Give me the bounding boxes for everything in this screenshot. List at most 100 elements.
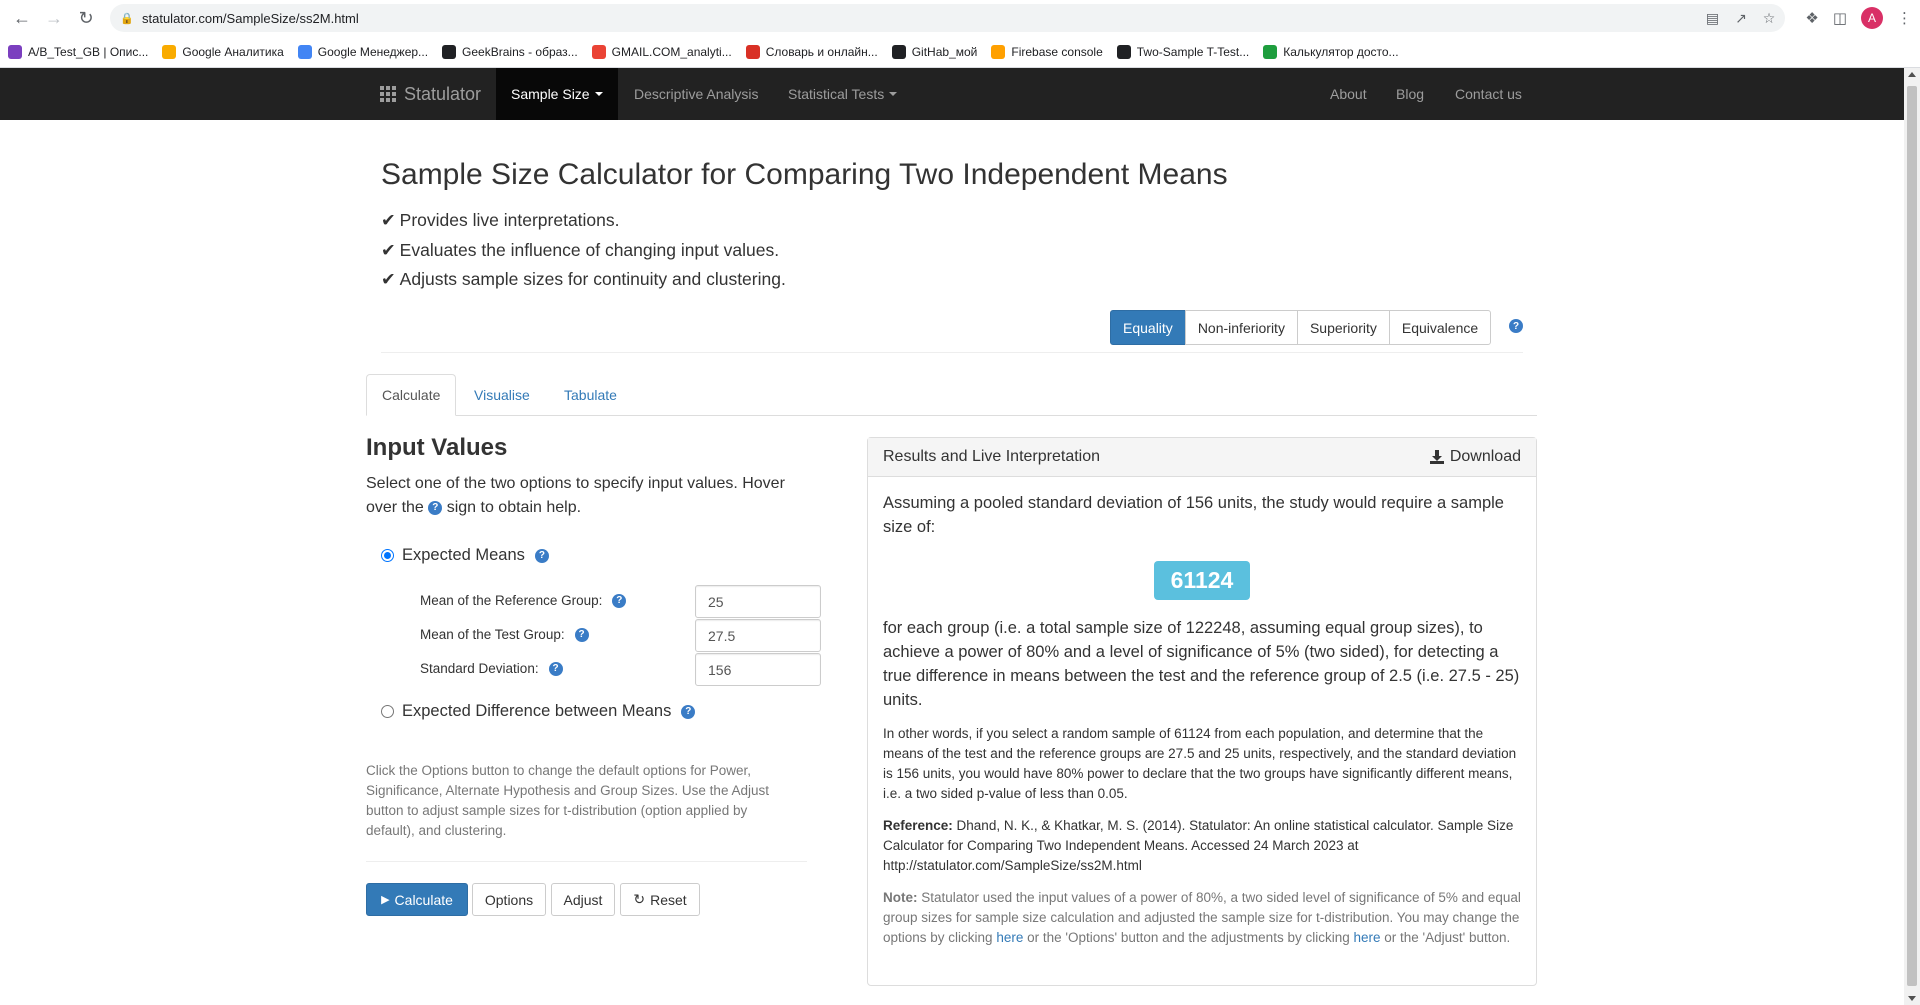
input-values-description: Select one of the two options to specify… xyxy=(366,472,816,520)
bookmark-favicon-icon xyxy=(1116,44,1131,59)
divider xyxy=(366,861,807,862)
bookmark-item[interactable]: GitHab_мой xyxy=(891,44,977,59)
feature-item: ✔ Adjusts sample sizes for continuity and… xyxy=(381,265,786,295)
bookmark-item[interactable]: Словарь и онлайн... xyxy=(745,44,878,59)
superiority-button[interactable]: Superiority xyxy=(1296,310,1390,345)
reference-mean-input[interactable]: 25 xyxy=(695,585,821,618)
equality-button[interactable]: Equality xyxy=(1110,310,1186,345)
bookmark-label: GeekBrains - образ... xyxy=(462,44,578,59)
nav-statistical-tests-label: Statistical Tests xyxy=(788,86,885,102)
scrollbar-thumb[interactable] xyxy=(1907,86,1917,986)
play-icon: ▶ xyxy=(381,894,390,906)
help-icon[interactable]: ? xyxy=(574,627,589,642)
lock-icon[interactable]: 🔒 xyxy=(120,11,134,25)
results-reference: Reference: Dhand, N. K., & Khatkar, M. S… xyxy=(883,816,1521,876)
feature-text: Provides live interpretations. xyxy=(399,210,620,230)
tab-calculate[interactable]: Calculate xyxy=(366,374,457,416)
expected-difference-radio[interactable] xyxy=(381,705,394,718)
address-bar[interactable]: 🔒 statulator.com/SampleSize/ss2M.html ▤ … xyxy=(110,4,1786,32)
bookmark-favicon-icon xyxy=(442,44,457,59)
bookmark-label: GMAIL.COM_analyti... xyxy=(611,44,732,59)
bookmark-label: Google Аналитика xyxy=(182,44,284,59)
grid-icon xyxy=(380,86,396,102)
nav-sample-size[interactable]: Sample Size xyxy=(496,68,618,120)
bookmark-favicon-icon xyxy=(891,44,906,59)
expected-means-radio[interactable] xyxy=(381,549,394,562)
nav-about[interactable]: About xyxy=(1315,68,1382,120)
results-panel: Results and Live Interpretation Download… xyxy=(867,437,1537,986)
options-here-link[interactable]: here xyxy=(996,930,1023,945)
help-icon[interactable]: ? xyxy=(548,661,563,676)
bookmark-label: Two-Sample T-Test... xyxy=(1136,44,1250,59)
bookmark-item[interactable]: Google Аналитика xyxy=(162,44,284,59)
expected-difference-option[interactable]: Expected Difference between Means ? xyxy=(381,702,696,721)
bookmark-item[interactable]: GMAIL.COM_analyti... xyxy=(591,44,732,59)
refresh-icon: ↻ xyxy=(633,891,646,907)
options-button[interactable]: Options xyxy=(472,883,546,916)
help-icon[interactable]: ? xyxy=(1509,319,1523,333)
bookmark-item[interactable]: Two-Sample T-Test... xyxy=(1116,44,1250,59)
page-scrollbar[interactable] xyxy=(1904,68,1920,1005)
help-icon[interactable]: ? xyxy=(428,500,443,515)
profile-avatar[interactable]: A xyxy=(1861,7,1883,29)
equivalence-button[interactable]: Equivalence xyxy=(1388,310,1492,345)
nav-sample-size-label: Sample Size xyxy=(511,86,590,102)
bookmark-item[interactable]: A/B_Test_GB | Опис... xyxy=(8,44,148,59)
results-note: Note: Statulator used the input values o… xyxy=(883,888,1521,948)
nav-statistical-tests[interactable]: Statistical Tests xyxy=(773,68,912,120)
bookmark-favicon-icon xyxy=(162,44,177,59)
nav-descriptive-analysis-label: Descriptive Analysis xyxy=(634,86,759,102)
calculate-button[interactable]: ▶ Calculate xyxy=(366,883,468,916)
test-mean-label-row: Mean of the Test Group: ? xyxy=(420,627,589,642)
standard-deviation-input[interactable]: 156 xyxy=(695,653,821,686)
standard-deviation-label: Standard Deviation: xyxy=(420,661,539,676)
nav-contact-us[interactable]: Contact us xyxy=(1440,68,1537,120)
help-icon[interactable]: ? xyxy=(534,548,549,563)
bookmark-label: Калькулятор досто... xyxy=(1283,44,1399,59)
bookmark-favicon-icon xyxy=(591,44,606,59)
expected-means-option[interactable]: Expected Means ? xyxy=(381,546,549,565)
bookmark-star-icon[interactable]: ☆ xyxy=(1763,10,1776,27)
help-icon[interactable]: ? xyxy=(612,593,627,608)
scroll-up-arrow-icon[interactable] xyxy=(1908,72,1916,77)
translate-icon[interactable]: ▤ xyxy=(1706,10,1719,27)
bookmark-label: Google Менеджер... xyxy=(317,44,429,59)
test-mean-label: Mean of the Test Group: xyxy=(420,627,565,642)
url-text[interactable]: statulator.com/SampleSize/ss2M.html xyxy=(142,11,1706,26)
note-label: Note: xyxy=(883,890,918,905)
bookmark-item[interactable]: Firebase console xyxy=(991,44,1103,59)
download-button[interactable]: Download xyxy=(1429,448,1521,466)
brand-link[interactable]: Statulator xyxy=(380,68,481,120)
reset-button[interactable]: ↻ Reset xyxy=(620,883,700,916)
download-label: Download xyxy=(1449,448,1521,465)
back-arrow-icon[interactable]: ← xyxy=(8,4,36,32)
forward-arrow-icon[interactable]: → xyxy=(40,4,68,32)
nav-blog[interactable]: Blog xyxy=(1381,68,1439,120)
share-icon[interactable]: ↗ xyxy=(1735,10,1747,27)
extensions-puzzle-icon[interactable]: ❖ xyxy=(1805,9,1818,27)
checkmark-icon: ✔ xyxy=(381,239,396,260)
bookmark-favicon-icon xyxy=(1263,44,1278,59)
tab-tabulate[interactable]: Tabulate xyxy=(549,374,632,416)
bookmark-item[interactable]: GeekBrains - образ... xyxy=(442,44,578,59)
expected-means-label: Expected Means xyxy=(402,546,525,564)
tab-bar: Calculate Visualise Tabulate xyxy=(366,374,1537,416)
adjust-button[interactable]: Adjust xyxy=(551,883,615,916)
tab-visualise[interactable]: Visualise xyxy=(459,374,545,416)
reference-mean-label-row: Mean of the Reference Group: ? xyxy=(420,593,627,608)
bookmark-item[interactable]: Калькулятор досто... xyxy=(1263,44,1399,59)
page-title: Sample Size Calculator for Comparing Two… xyxy=(381,158,1228,191)
adjust-here-link[interactable]: here xyxy=(1353,930,1380,945)
checkmark-icon: ✔ xyxy=(381,269,396,289)
bookmark-item[interactable]: Google Менеджер... xyxy=(297,44,429,59)
non-inferiority-button[interactable]: Non-inferiority xyxy=(1184,310,1298,345)
reload-icon[interactable]: ↻ xyxy=(72,4,100,32)
help-icon[interactable]: ? xyxy=(681,704,696,719)
nav-descriptive-analysis[interactable]: Descriptive Analysis xyxy=(619,68,774,120)
results-panel-title: Results and Live Interpretation xyxy=(883,448,1101,465)
menu-dots-icon[interactable]: ⋮ xyxy=(1897,9,1912,27)
side-panel-icon[interactable]: ◫ xyxy=(1833,9,1847,27)
caret-down-icon xyxy=(594,92,603,96)
scroll-down-arrow-icon[interactable] xyxy=(1908,996,1916,1001)
test-mean-input[interactable]: 27.5 xyxy=(695,619,821,652)
